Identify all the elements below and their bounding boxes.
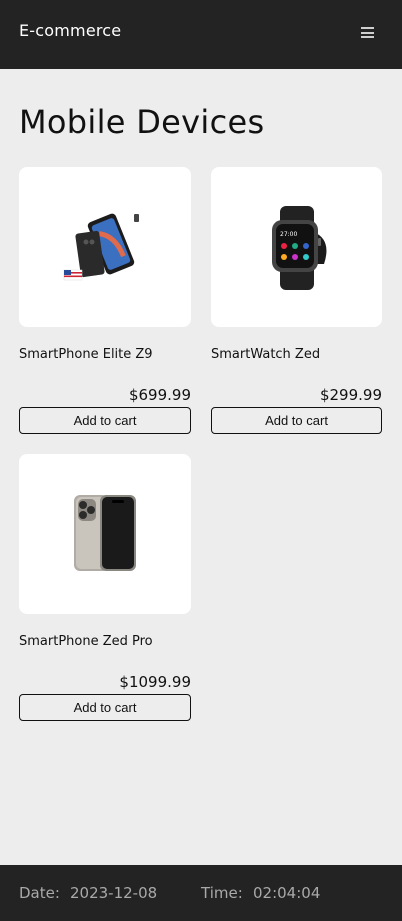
product-price: $299.99 bbox=[319, 386, 382, 404]
smartphone-pro-image bbox=[74, 495, 136, 571]
product-name[interactable]: SmartPhone Zed Pro bbox=[19, 634, 153, 649]
product-card: SmartPhone Zed Pro $1099.99 Add to cart bbox=[19, 454, 191, 721]
page-title: Mobile Devices bbox=[19, 103, 265, 141]
svg-text:27:00: 27:00 bbox=[280, 231, 297, 238]
smartwatch-image: 27:00 bbox=[271, 206, 326, 290]
add-to-cart-button[interactable]: Add to cart bbox=[19, 407, 191, 434]
product-card: 27:00 SmartWatch Zed $299.99 Add to cart bbox=[211, 167, 382, 434]
product-image-box[interactable]: 27:00 bbox=[211, 167, 382, 327]
add-to-cart-button[interactable]: Add to cart bbox=[19, 694, 191, 721]
footer-bar: Date: 2023-12-08 Time: 02:04:04 bbox=[0, 865, 402, 921]
product-price: $699.99 bbox=[128, 386, 191, 404]
smartphone-image bbox=[63, 213, 139, 281]
product-price: $1099.99 bbox=[119, 673, 191, 691]
product-card: SmartPhone Elite Z9 $699.99 Add to cart bbox=[19, 167, 191, 434]
top-app-bar: E-commerce bbox=[0, 0, 402, 69]
product-name[interactable]: SmartPhone Elite Z9 bbox=[19, 347, 153, 362]
brand-title[interactable]: E-commerce bbox=[19, 21, 121, 40]
product-name[interactable]: SmartWatch Zed bbox=[211, 347, 320, 362]
product-image-box[interactable] bbox=[19, 454, 191, 614]
date-value: 2023-12-08 bbox=[70, 884, 158, 902]
product-image-box[interactable] bbox=[19, 167, 191, 327]
hamburger-menu-icon[interactable] bbox=[361, 27, 374, 38]
date-label: Date: bbox=[19, 884, 60, 902]
time-value: 02:04:04 bbox=[253, 884, 321, 902]
time-label: Time: bbox=[201, 884, 243, 902]
add-to-cart-button[interactable]: Add to cart bbox=[211, 407, 382, 434]
